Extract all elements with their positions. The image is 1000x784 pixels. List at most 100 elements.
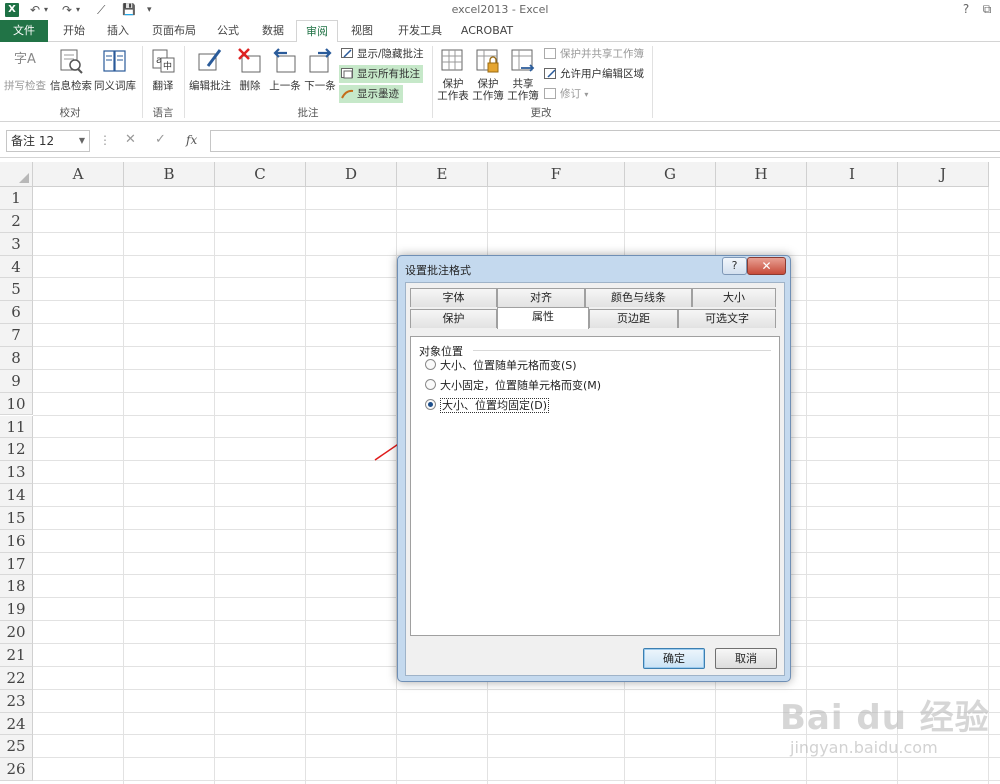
formula-input[interactable] [210,130,1000,152]
row-header-15[interactable]: 15 [0,506,33,530]
share-workbook-button[interactable]: 共享 工作簿 [506,46,540,102]
show-all-comments-button[interactable]: 显示所有批注 [339,65,423,83]
share-workbook-icon [511,49,535,72]
delete-comment-button[interactable]: 删除 [234,46,266,93]
protect-workbook-button[interactable]: 保护 工作簿 [471,46,505,102]
tab-data[interactable]: 数据 [252,20,294,42]
confirm-entry-icon[interactable]: ✓ [155,131,166,149]
gridline-horizontal [33,757,1000,759]
row-header-13[interactable]: 13 [0,461,33,485]
row-header-5[interactable]: 5 [0,278,33,302]
cancel-button[interactable]: 取消 [715,648,777,669]
row-header-14[interactable]: 14 [0,484,33,507]
tab-acrobat[interactable]: ACROBAT [456,20,518,42]
tab-view[interactable]: 视图 [342,20,382,42]
column-header-a[interactable]: A [33,162,124,187]
tab-file[interactable]: 文件 [0,20,48,42]
column-header-c[interactable]: C [215,162,306,187]
row-header-6[interactable]: 6 [0,301,33,325]
row-header-1[interactable]: 1 [0,187,33,210]
tab-formulas[interactable]: 公式 [208,20,248,42]
protect-sheet-button[interactable]: 保护 工作表 [436,46,470,102]
radio-dont-move-or-size[interactable] [425,399,436,410]
row-header-2[interactable]: 2 [0,209,33,233]
option-move-dont-size[interactable]: 大小固定，位置随单元格而变(M) [425,377,601,395]
column-header-i[interactable]: I [807,162,898,187]
row-header-26[interactable]: 26 [0,758,33,782]
row-header-25[interactable]: 25 [0,735,33,759]
row-header-9[interactable]: 9 [0,369,33,393]
protect-and-share-icon [544,48,556,59]
select-all-corner[interactable] [0,162,33,187]
row-header-23[interactable]: 23 [0,689,33,713]
tab-review[interactable]: 审阅 [296,20,338,43]
tab-alignment[interactable]: 对齐 [497,288,585,307]
group-separator [432,46,433,118]
tab-properties[interactable]: 属性 [497,307,589,329]
next-comment-button[interactable]: 下一条 [303,46,337,93]
row-header-8[interactable]: 8 [0,346,33,370]
protect-and-share-button[interactable]: 保护并共享工作簿 [542,45,648,63]
column-header-g[interactable]: G [625,162,716,187]
row-header-20[interactable]: 20 [0,621,33,644]
row-header-12[interactable]: 12 [0,438,33,462]
translate-button[interactable]: a 中 翻译 [146,46,180,93]
tab-margins[interactable]: 页边距 [589,309,678,328]
tab-protection[interactable]: 保护 [410,309,497,328]
column-header-f[interactable]: F [488,162,625,187]
dialog-help-button[interactable]: ? [722,257,747,275]
name-box-dropdown-icon[interactable]: ▼ [79,131,85,151]
row-header-4[interactable]: 4 [0,255,33,279]
formula-options-icon[interactable]: ⋮ [99,131,111,149]
row-header-18[interactable]: 18 [0,575,33,599]
previous-comment-button[interactable]: 上一条 [268,46,302,93]
tab-insert[interactable]: 插入 [96,20,140,42]
tab-page-layout[interactable]: 页面布局 [142,20,206,42]
row-header-16[interactable]: 16 [0,529,33,553]
option-dont-move-or-size[interactable]: 大小、位置均固定(D) [425,397,550,415]
group-label-changes: 更改 [530,107,552,119]
cancel-entry-icon[interactable]: ✕ [125,131,136,149]
help-button[interactable]: ? [955,1,977,18]
row-header-22[interactable]: 22 [0,666,33,690]
column-header-h[interactable]: H [716,162,807,187]
row-header-19[interactable]: 19 [0,598,33,622]
dialog-close-button[interactable]: ✕ [747,257,786,275]
row-header-7[interactable]: 7 [0,324,33,347]
insert-function-icon[interactable]: fx [186,131,197,149]
track-changes-button[interactable]: 修订 ▾ [542,85,592,103]
ribbon-display-options-icon[interactable]: ⧉ [976,1,998,18]
radio-move-dont-size[interactable] [425,379,436,390]
allow-edit-ranges-button[interactable]: 允许用户编辑区域 [542,65,648,83]
row-header-24[interactable]: 24 [0,712,33,736]
column-header-d[interactable]: D [306,162,397,187]
row-header-17[interactable]: 17 [0,552,33,576]
tab-home[interactable]: 开始 [52,20,96,42]
option-move-and-size[interactable]: 大小、位置随单元格而变(S) [425,357,577,375]
row-header-3[interactable]: 3 [0,232,33,256]
tab-colors-lines[interactable]: 颜色与线条 [585,288,692,307]
group-separator [184,46,185,118]
column-header-j[interactable]: J [898,162,989,187]
row-header-11[interactable]: 11 [0,415,33,439]
show-ink-button[interactable]: 显示墨迹 [339,85,403,103]
radio-move-and-size[interactable] [425,359,436,370]
ok-button[interactable]: 确定 [643,648,705,669]
show-hide-comment-button[interactable]: 显示/隐藏批注 [339,45,424,63]
tab-size[interactable]: 大小 [692,288,776,307]
tab-alt-text[interactable]: 可选文字 [678,309,776,328]
research-button[interactable]: 信息检索 [48,46,94,93]
name-box[interactable]: 备注 12 ▼ [6,130,90,152]
edit-comment-button[interactable]: 编辑批注 [188,46,232,93]
row-header-21[interactable]: 21 [0,644,33,667]
spell-check-label: 拼写检查 [4,80,46,92]
column-header-b[interactable]: B [124,162,215,187]
column-header-e[interactable]: E [397,162,488,187]
tab-developer[interactable]: 开发工具 [388,20,452,42]
tab-font[interactable]: 字体 [410,288,497,307]
thesaurus-button[interactable]: 同义词库 [94,46,136,93]
gridline-horizontal [33,780,1000,782]
spell-check-button[interactable]: 字A 拼写检查 [4,46,46,93]
group-label-proofing: 校对 [59,107,81,119]
row-header-10[interactable]: 10 [0,392,33,416]
